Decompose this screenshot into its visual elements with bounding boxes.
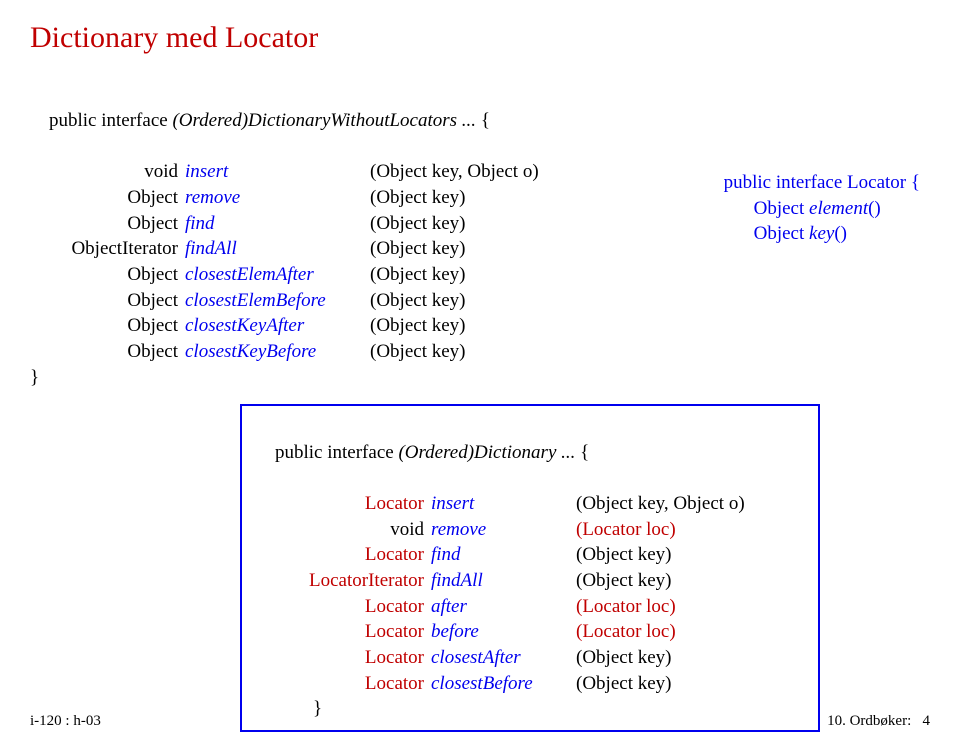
method-name: findAll	[431, 568, 576, 594]
method-row: ObjectclosestElemBefore(Object key)	[30, 288, 930, 314]
method-name: closestAfter	[431, 645, 576, 671]
footer-right: 10. Ordbøker: 4	[827, 711, 930, 731]
return-type: ObjectIterator	[30, 236, 185, 262]
method-args: (Object key)	[370, 288, 465, 314]
method-row: Locatorinsert(Object key, Object o)	[256, 491, 804, 517]
method-row: ObjectclosestElemAfter(Object key)	[30, 262, 930, 288]
method-args: (Object key)	[576, 645, 671, 671]
method-row: Locatorafter(Locator loc)	[256, 594, 804, 620]
method-row: LocatorclosestAfter(Object key)	[256, 645, 804, 671]
return-type: Locator	[256, 491, 431, 517]
method-args: (Object key)	[370, 313, 465, 339]
method-name: insert	[431, 491, 576, 517]
interface1-name: (Ordered)DictionaryWithoutLocators ...	[172, 110, 480, 131]
method-name: find	[431, 542, 576, 568]
method-name: find	[185, 211, 370, 237]
locator-decl: public interface Locator {	[724, 170, 920, 196]
method-args: (Object key)	[576, 542, 671, 568]
method-args: (Object key)	[370, 339, 465, 365]
footer-left: i-120 : h-03	[30, 711, 101, 731]
close-brace-1: }	[30, 365, 930, 391]
return-type: LocatorIterator	[256, 568, 431, 594]
method-name: insert	[185, 159, 370, 185]
locator-method-1: Object element()	[724, 196, 920, 222]
return-type: Object	[30, 313, 185, 339]
return-type: Locator	[256, 542, 431, 568]
method-args: (Object key)	[370, 185, 465, 211]
method-args: (Object key, Object o)	[576, 491, 745, 517]
method-args: (Object key)	[576, 671, 671, 697]
method-name: closestKeyBefore	[185, 339, 370, 365]
method-args: (Object key)	[370, 211, 465, 237]
method-args: (Object key)	[576, 568, 671, 594]
return-type: Locator	[256, 671, 431, 697]
return-type: Object	[30, 288, 185, 314]
method-row: ObjectclosestKeyBefore(Object key)	[30, 339, 930, 365]
method-name: closestElemBefore	[185, 288, 370, 314]
method-name: findAll	[185, 236, 370, 262]
locator-interface-box: public interface Locator { Object elemen…	[724, 170, 920, 247]
method-row: voidremove(Locator loc)	[256, 517, 804, 543]
method-row: Locatorfind(Object key)	[256, 542, 804, 568]
interface2-declaration: public interface (Ordered)Dictionary ...…	[256, 414, 804, 491]
method-row: LocatorclosestBefore(Object key)	[256, 671, 804, 697]
method-row: Locatorbefore(Locator loc)	[256, 619, 804, 645]
return-type: Object	[30, 262, 185, 288]
return-type: Object	[30, 339, 185, 365]
method-args: (Object key)	[370, 262, 465, 288]
return-type: Object	[30, 185, 185, 211]
method-args: (Object key, Object o)	[370, 159, 539, 185]
open-brace: {	[481, 110, 490, 131]
method-name: before	[431, 619, 576, 645]
method-args: (Locator loc)	[576, 517, 676, 543]
method-name: remove	[185, 185, 370, 211]
interface-block-2: public interface (Ordered)Dictionary ...…	[240, 404, 820, 732]
method-name: remove	[431, 517, 576, 543]
method-row: LocatorIteratorfindAll(Object key)	[256, 568, 804, 594]
method-args: (Object key)	[370, 236, 465, 262]
keyword-public-interface: public interface	[49, 110, 172, 131]
return-type: Locator	[256, 594, 431, 620]
method-args: (Locator loc)	[576, 594, 676, 620]
return-type: Object	[30, 211, 185, 237]
method-row: ObjectclosestKeyAfter(Object key)	[30, 313, 930, 339]
return-type: void	[30, 159, 185, 185]
locator-method-2: Object key()	[724, 221, 920, 247]
method-name: closestKeyAfter	[185, 313, 370, 339]
method-name: closestBefore	[431, 671, 576, 697]
page-title: Dictionary med Locator	[30, 18, 930, 59]
interface1-declaration: public interface (Ordered)DictionaryWith…	[30, 83, 930, 160]
footer: i-120 : h-03 10. Ordbøker: 4	[30, 711, 930, 731]
method-name: after	[431, 594, 576, 620]
method-name: closestElemAfter	[185, 262, 370, 288]
return-type: void	[256, 517, 431, 543]
return-type: Locator	[256, 619, 431, 645]
return-type: Locator	[256, 645, 431, 671]
method-args: (Locator loc)	[576, 619, 676, 645]
